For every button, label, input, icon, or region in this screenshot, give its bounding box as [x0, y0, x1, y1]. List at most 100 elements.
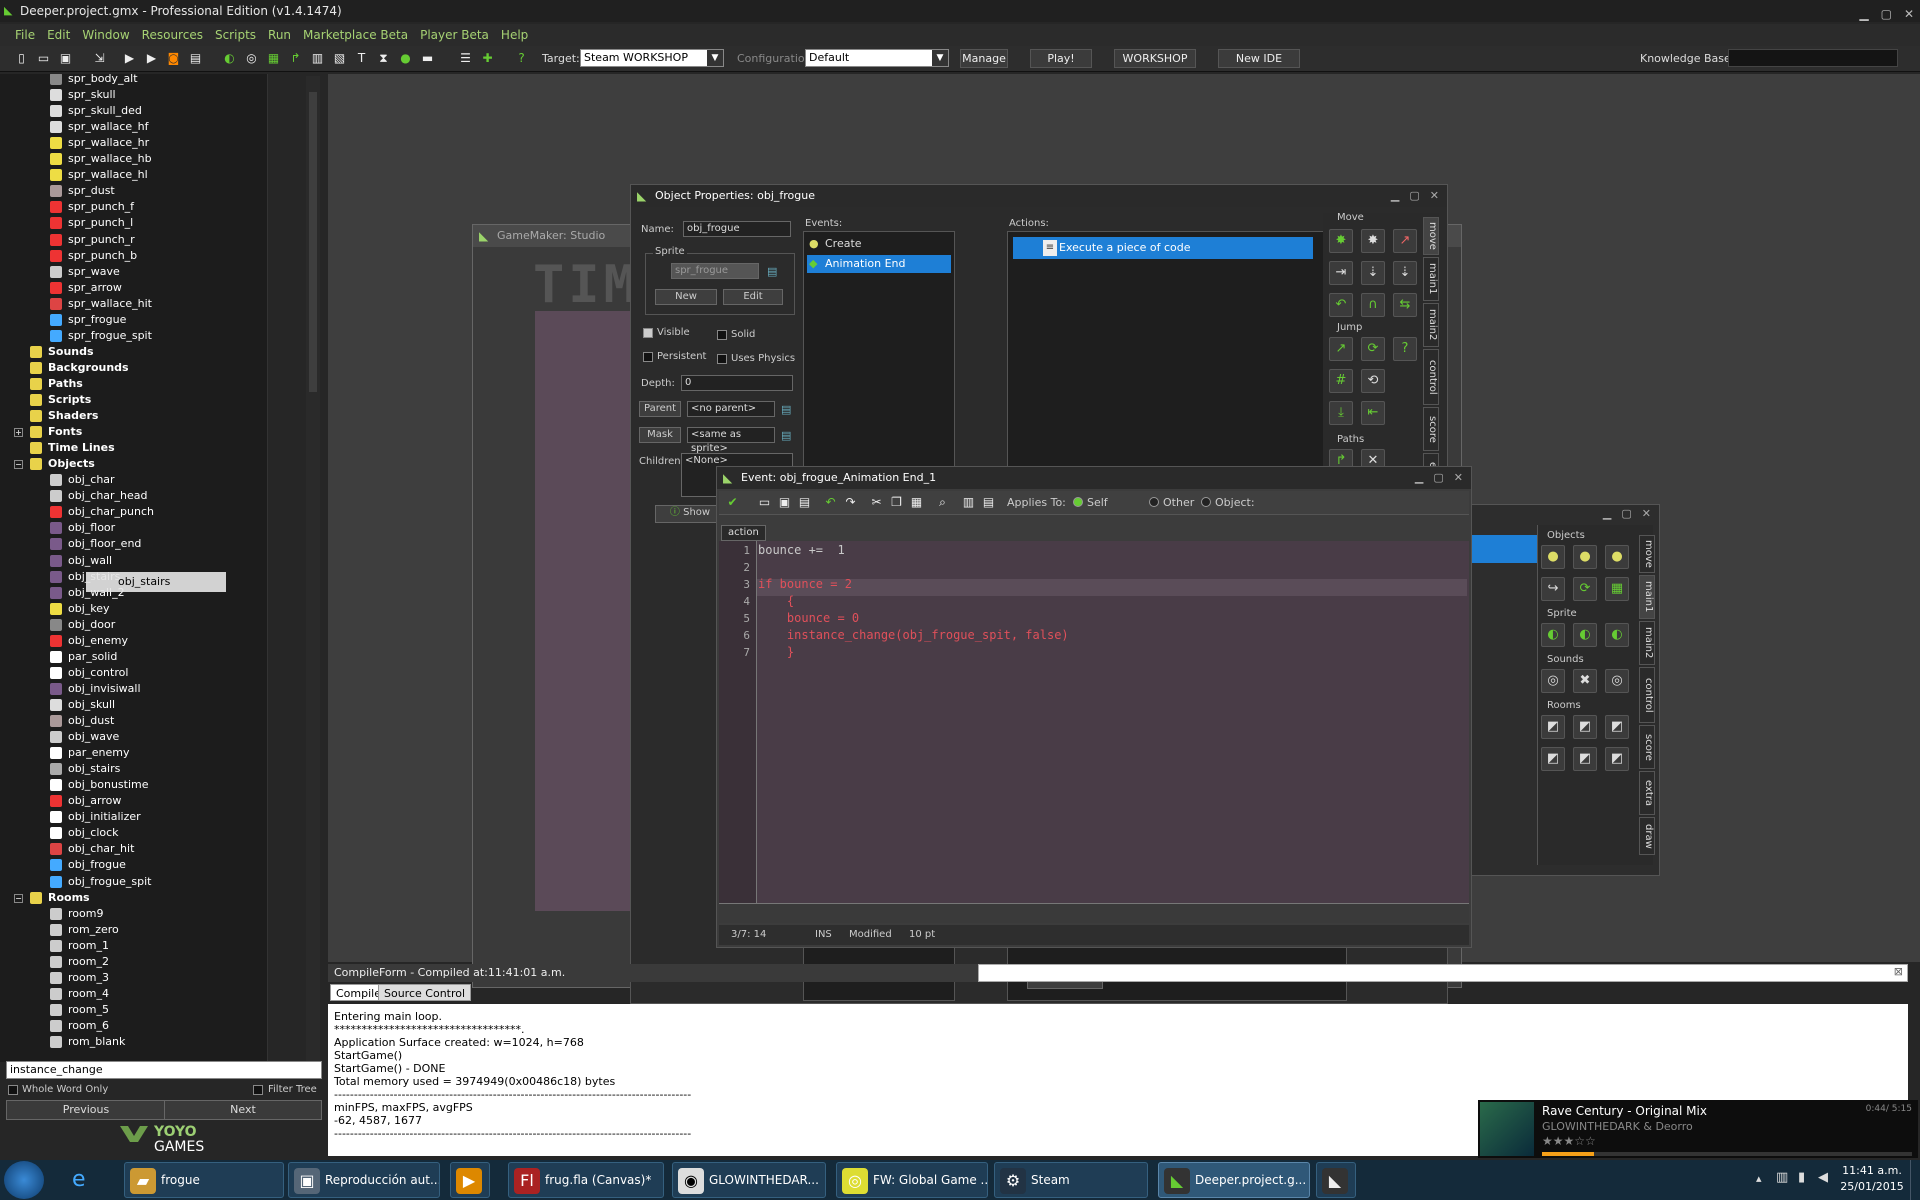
tree-folder[interactable]: Time Lines	[0, 440, 267, 456]
task-gamemaker-2[interactable]: ◣	[1316, 1162, 1356, 1198]
tree-item[interactable]: room_6	[0, 1018, 267, 1034]
menu-player[interactable]: Player Beta	[420, 24, 489, 46]
solid-checkbox[interactable]	[717, 330, 727, 340]
self-radio[interactable]	[1073, 497, 1083, 507]
tree-folder[interactable]: Sounds	[0, 344, 267, 360]
object-radio[interactable]	[1201, 497, 1211, 507]
task-frogue[interactable]: ▰ frogue	[124, 1162, 284, 1198]
tree-item[interactable]: obj_char_hit	[0, 841, 267, 857]
battery-icon[interactable]: ▮	[1798, 1170, 1805, 1185]
code-line[interactable]: {	[758, 593, 794, 610]
run-icon[interactable]: ▶	[122, 51, 137, 66]
tree-item[interactable]: obj_control	[0, 665, 267, 681]
stop-icon[interactable]: ◙	[166, 51, 181, 66]
palette-tab-main1[interactable]: main1	[1423, 257, 1439, 301]
palette-tab-main2[interactable]: main2	[1423, 303, 1439, 347]
transform-sprite-icon[interactable]: ◐	[1573, 623, 1597, 647]
move-fixed-icon[interactable]: ✸	[1329, 229, 1353, 253]
tree-item[interactable]: spr_punch_r	[0, 232, 267, 248]
tree-item[interactable]: obj_initializer	[0, 809, 267, 825]
create-random-icon[interactable]: ●	[1605, 545, 1629, 569]
menu-help[interactable]: Help	[501, 24, 528, 46]
minimize-icon[interactable]: ▁	[1391, 189, 1399, 202]
uses-physics-checkbox[interactable]	[717, 354, 727, 364]
jump-to-start-icon[interactable]: ⟳	[1361, 337, 1385, 361]
menu-edit[interactable]: Edit	[47, 24, 70, 46]
object-icon[interactable]: ●	[398, 51, 413, 66]
tree-item[interactable]: spr_wallace_hit	[0, 296, 267, 312]
collapse-icon[interactable]: −	[14, 893, 23, 903]
clock-time[interactable]: 11:41 a.m.	[1842, 1164, 1902, 1177]
close-icon[interactable]: ✕	[1642, 507, 1651, 520]
move-towards-icon[interactable]: ↗	[1393, 229, 1417, 253]
minimize-icon[interactable]: ▁	[1859, 3, 1868, 25]
code-line[interactable]: instance_change(obj_frogue_spit, false)	[758, 627, 1069, 644]
new-ide-button[interactable]: New IDE	[1218, 49, 1300, 68]
depth-field[interactable]: 0	[681, 375, 793, 391]
reverse-horizontal-icon[interactable]: ↶	[1329, 293, 1353, 317]
shader-icon[interactable]: ▧	[332, 51, 347, 66]
tree-item[interactable]: spr_skull_ded	[0, 103, 267, 119]
maximize-icon[interactable]: ▢	[1433, 471, 1443, 484]
mask-field[interactable]: <same as sprite>	[687, 427, 775, 454]
cut-icon[interactable]: ✂	[869, 495, 884, 510]
menu-run[interactable]: Run	[268, 24, 291, 46]
tray-arrow-icon[interactable]: ▴	[1756, 1172, 1762, 1185]
palette-tab-score[interactable]: score	[1423, 407, 1439, 451]
script-icon[interactable]: ▥	[310, 51, 325, 66]
change-instance-icon[interactable]: ↪	[1541, 577, 1565, 601]
name-field[interactable]: obj_frogue	[683, 221, 791, 237]
music-notification[interactable]: Rave Century - Original Mix GLOWINTHEDAR…	[1478, 1100, 1918, 1158]
tree-item[interactable]: spr_punch_b	[0, 248, 267, 264]
parent-field[interactable]: <no parent>	[687, 401, 775, 417]
destroy-at-position-icon[interactable]: ▦	[1605, 577, 1629, 601]
tree-item[interactable]: spr_wallace_hl	[0, 167, 267, 183]
palette-tab-main1[interactable]: main1	[1639, 575, 1655, 619]
move-to-contact-icon[interactable]: ⤓	[1329, 401, 1353, 425]
manage-button[interactable]: Manage	[960, 49, 1008, 68]
wrap-screen-icon[interactable]: ⟲	[1361, 369, 1385, 393]
print-icon[interactable]: ▤	[797, 495, 812, 510]
jump-random-icon[interactable]: ?	[1393, 337, 1417, 361]
tree-item[interactable]: obj_wall	[0, 553, 267, 569]
expand-icon[interactable]: +	[14, 428, 23, 438]
tree-item[interactable]: obj_wave	[0, 729, 267, 745]
rating-stars-icon[interactable]: ★★★☆☆	[1542, 1134, 1596, 1148]
menu-resources[interactable]: Resources	[142, 24, 203, 46]
align-grid-icon[interactable]: #	[1329, 369, 1353, 393]
menu-window[interactable]: Window	[82, 24, 129, 46]
tree-item[interactable]: spr_dust	[0, 183, 267, 199]
tree-item[interactable]: obj_char_punch	[0, 504, 267, 520]
sprite-field[interactable]: spr_frogue	[671, 263, 759, 279]
maximize-icon[interactable]: ▢	[1409, 189, 1419, 202]
font-icon[interactable]: T	[354, 51, 369, 66]
path-icon[interactable]: ↱	[288, 51, 303, 66]
different-room-icon[interactable]: ◩	[1541, 747, 1565, 771]
tree-folder[interactable]: Scripts	[0, 392, 267, 408]
scrollbar-thumb[interactable]	[309, 92, 317, 392]
knowledge-base-input[interactable]	[1728, 49, 1898, 67]
set-gravity-icon[interactable]: ⇣	[1393, 261, 1417, 285]
parent-picker-icon[interactable]: ▤	[781, 403, 791, 416]
checkmark-icon[interactable]: ✔	[725, 495, 740, 510]
sound-icon[interactable]: ◎	[244, 51, 259, 66]
stop-sound-icon[interactable]: ✖	[1573, 669, 1597, 693]
sprite-picker-icon[interactable]: ▤	[767, 265, 777, 278]
workshop-button[interactable]: WORKSHOP	[1114, 49, 1196, 68]
create-instance-icon[interactable]: ●	[1541, 545, 1565, 569]
tree-item[interactable]: spr_frogue	[0, 312, 267, 328]
tree-item[interactable]: rom_blank	[0, 1034, 267, 1050]
tree-item[interactable]: obj_enemy	[0, 633, 267, 649]
background-icon[interactable]: ▦	[266, 51, 281, 66]
persistent-checkbox[interactable]	[643, 352, 653, 362]
tree-item[interactable]: obj_arrow	[0, 793, 267, 809]
jump-to-position-icon[interactable]: ↗	[1329, 337, 1353, 361]
save-icon[interactable]: ▣	[777, 495, 792, 510]
task-steam[interactable]: ⚙ Steam	[994, 1162, 1148, 1198]
collapse-icon[interactable]: −	[14, 460, 23, 470]
task-gamemaker[interactable]: ◣ Deeper.project.g...	[1158, 1162, 1310, 1198]
tree-item[interactable]: spr_frogue_spit	[0, 328, 267, 344]
next-room-icon[interactable]: ◩	[1573, 715, 1597, 739]
tree-item[interactable]: obj_door	[0, 617, 267, 633]
tree-item[interactable]: spr_punch_l	[0, 215, 267, 231]
